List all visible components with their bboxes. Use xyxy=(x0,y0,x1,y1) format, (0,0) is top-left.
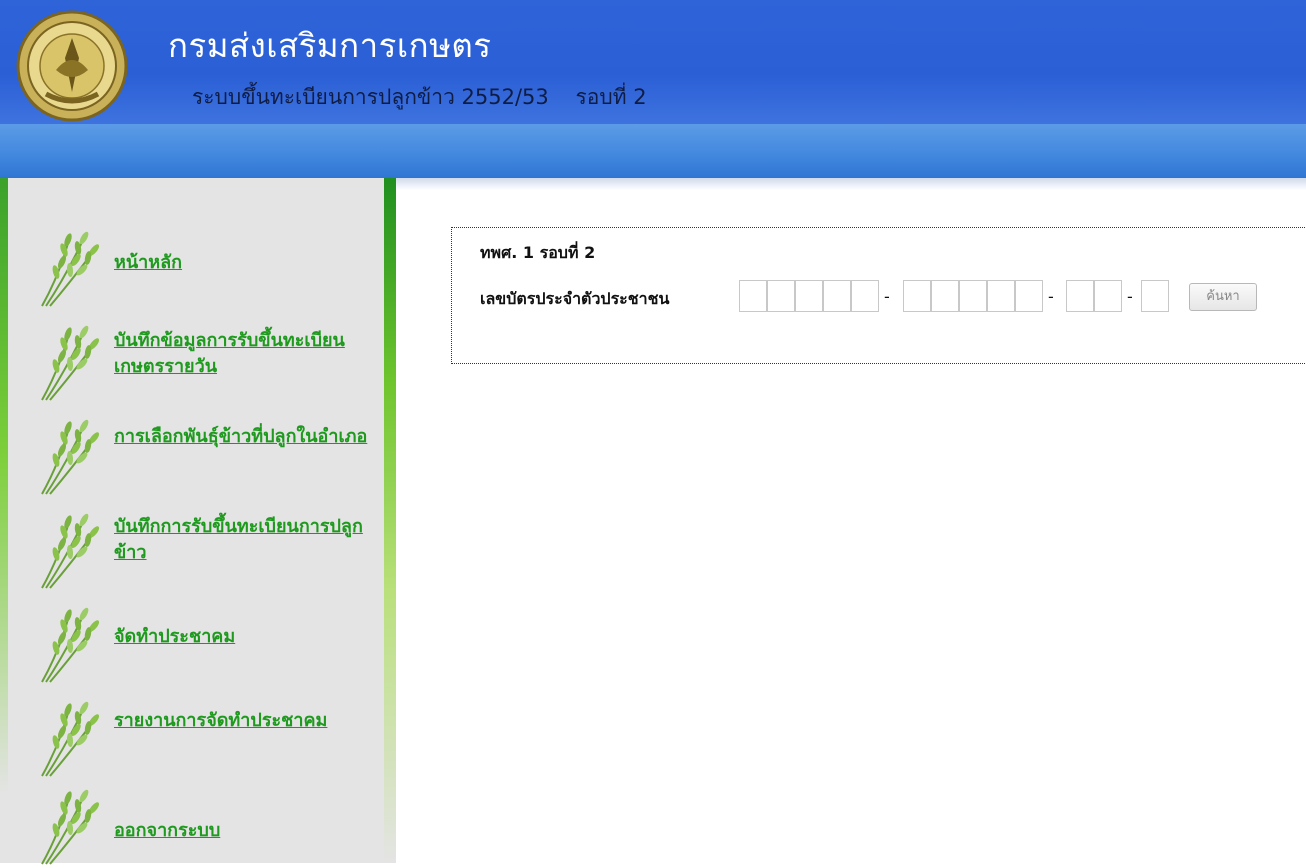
citizen-id-digit-input[interactable] xyxy=(1066,280,1094,312)
sidebar-item-label[interactable]: หน้าหลัก xyxy=(114,250,384,276)
sub-header-shadow xyxy=(396,178,1306,190)
wheat-icon xyxy=(41,417,102,495)
citizen-id-digit-input[interactable] xyxy=(823,280,851,312)
citizen-id-digit-input[interactable] xyxy=(903,280,931,312)
department-title: กรมส่งเสริมการเกษตร xyxy=(168,26,492,65)
citizen-id-digit-input[interactable] xyxy=(767,280,795,312)
sidebar-left-border xyxy=(0,178,8,863)
citizen-id-digit-input[interactable] xyxy=(1015,280,1043,312)
id-separator: - xyxy=(884,287,890,306)
sidebar-item-label[interactable]: จัดทำประชาคม xyxy=(114,624,384,650)
citizen-id-digit-input[interactable] xyxy=(851,280,879,312)
form-section-title: ทพศ. 1 รอบที่ 2 xyxy=(480,243,596,262)
id-separator: - xyxy=(1048,287,1054,306)
wheat-icon xyxy=(41,787,102,865)
citizen-id-label: เลขบัตรประจำตัวประชาชน xyxy=(480,289,670,308)
citizen-id-digit-input[interactable] xyxy=(1141,280,1169,312)
sidebar-item-rice-varieties[interactable]: การเลือกพันธุ์ข้าวที่ปลูกในอำเภอ xyxy=(36,406,376,498)
search-button[interactable]: ค้นหา xyxy=(1189,283,1257,311)
wheat-icon xyxy=(41,605,102,683)
sidebar-item-label[interactable]: รายงานการจัดทำประชาคม xyxy=(114,708,384,734)
id-separator: - xyxy=(1127,287,1133,306)
citizen-id-digit-input[interactable] xyxy=(959,280,987,312)
sidebar-item-meeting-report[interactable]: รายงานการจัดทำประชาคม xyxy=(36,688,376,780)
citizen-id-digit-input[interactable] xyxy=(1094,280,1122,312)
wheat-icon xyxy=(41,699,102,777)
department-logo xyxy=(16,10,128,122)
sidebar-item-label[interactable]: ออกจากระบบ xyxy=(114,818,384,844)
sidebar-item-planting-registration[interactable]: บันทึกการรับขึ้นทะเบียนการปลูกข้าว xyxy=(36,500,376,592)
wheat-icon xyxy=(41,229,102,307)
sidebar-item-daily-registration[interactable]: บันทึกข้อมูลการรับขึ้นทะเบียนเกษตรรายวัน xyxy=(36,312,376,404)
sidebar-item-label[interactable]: บันทึกข้อมูลการรับขึ้นทะเบียนเกษตรรายวัน xyxy=(114,328,384,380)
sidebar-item-community-meeting[interactable]: จัดทำประชาคม xyxy=(36,594,376,686)
citizen-id-digit-input[interactable] xyxy=(931,280,959,312)
citizen-id-digit-input[interactable] xyxy=(739,280,767,312)
sidebar-item-label[interactable]: การเลือกพันธุ์ข้าวที่ปลูกในอำเภอ xyxy=(114,424,384,450)
citizen-id-digit-input[interactable] xyxy=(795,280,823,312)
sidebar-item-label[interactable]: บันทึกการรับขึ้นทะเบียนการปลูกข้าว xyxy=(114,514,384,566)
sidebar-item-home[interactable]: หน้าหลัก xyxy=(36,218,376,310)
sidebar-item-logout[interactable]: ออกจากระบบ xyxy=(36,776,376,868)
citizen-id-digit-input[interactable] xyxy=(987,280,1015,312)
wheat-icon xyxy=(41,323,102,401)
sub-header-bar xyxy=(0,124,1306,178)
system-title: ระบบขึ้นทะเบียนการปลูกข้าว 2552/53 รอบที… xyxy=(192,85,647,109)
wheat-icon xyxy=(41,511,102,589)
sidebar-right-border xyxy=(384,178,396,863)
